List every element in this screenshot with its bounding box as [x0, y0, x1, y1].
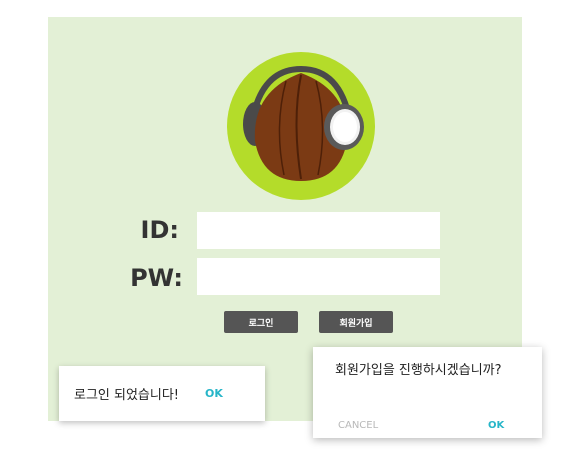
- login-button[interactable]: 로그인: [224, 311, 298, 333]
- signup-confirm-dialog: 회원가입을 진행하시겠습니까? CANCEL OK: [313, 347, 542, 438]
- dialog-message: 회원가입을 진행하시겠습니까?: [335, 363, 502, 378]
- dialog-cancel-button[interactable]: CANCEL: [338, 420, 378, 431]
- toast-message: 로그인 되었습니다!: [74, 388, 180, 403]
- id-label: ID:: [140, 216, 179, 244]
- id-input[interactable]: [197, 212, 440, 249]
- login-success-toast: 로그인 되었습니다! OK: [59, 366, 265, 421]
- dialog-ok-button[interactable]: OK: [488, 420, 504, 431]
- chestnut-headphones-logo: [227, 52, 375, 200]
- signup-button[interactable]: 회원가입: [319, 311, 393, 333]
- pw-label: PW:: [130, 264, 183, 292]
- password-input[interactable]: [197, 258, 440, 295]
- toast-ok-button[interactable]: OK: [205, 387, 223, 400]
